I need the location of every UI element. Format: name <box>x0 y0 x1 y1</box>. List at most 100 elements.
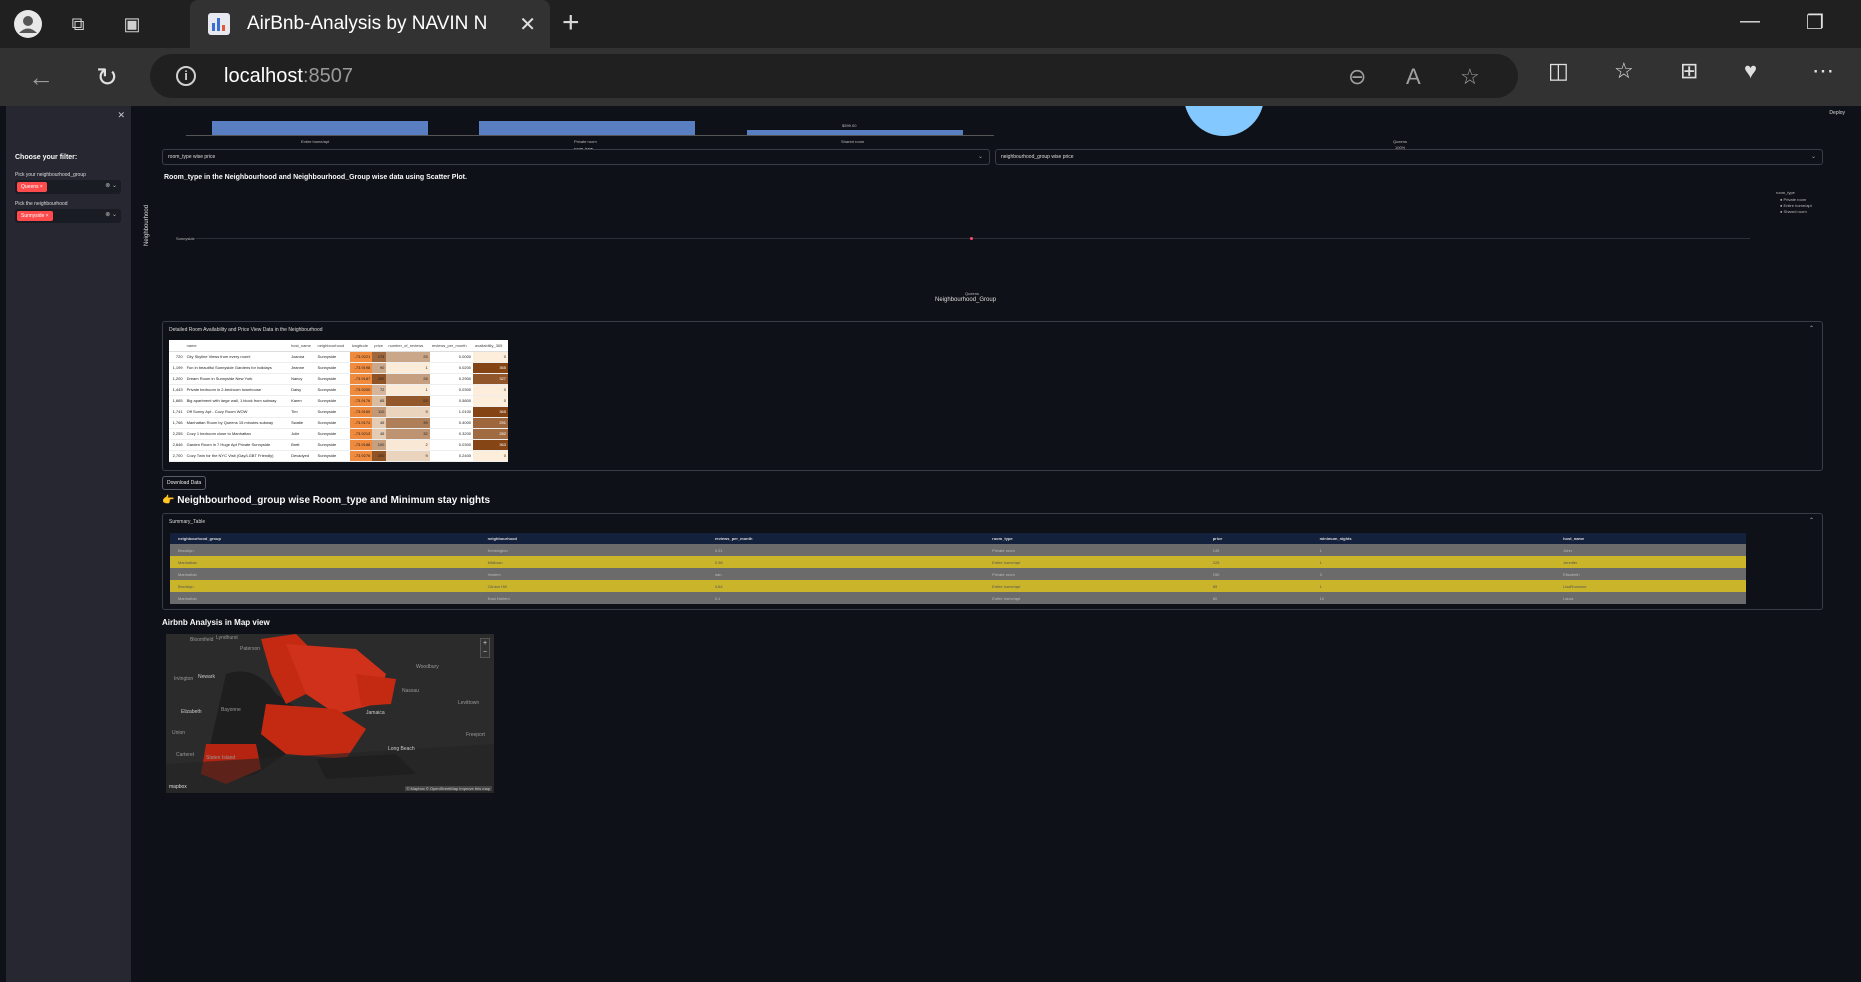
table-cell[interactable]: 45 <box>372 417 387 429</box>
map-view[interactable]: Bloomfield Lyndhurst Paterson Irvington … <box>166 634 494 793</box>
tab-active[interactable]: AirBnb-Analysis by NAVIN N ✕ <box>190 0 550 48</box>
table-cell[interactable]: 9 <box>386 406 430 418</box>
table-cell[interactable]: 45 <box>372 428 387 440</box>
select-controls-icon[interactable]: ⊗ ⌄ <box>105 211 117 218</box>
table-row[interactable]: 1,200 Dream Room in Sunnyside New York Nan… <box>169 373 508 385</box>
table-cell[interactable]: 0.4000 <box>429 417 474 429</box>
table-row[interactable]: 1,443 Private bedroom in 2-bedroom townho… <box>169 384 508 396</box>
table-cell[interactable]: Big apartment with large wall, 1 block f… <box>184 395 290 407</box>
table-cell[interactable]: 53 <box>386 395 430 407</box>
table-cell[interactable]: 0 <box>473 351 508 363</box>
favorites-icon[interactable]: ☆ <box>1614 58 1634 84</box>
table-cell[interactable]: 9 <box>386 450 430 462</box>
table-cell[interactable]: Sunnyside <box>315 450 350 462</box>
column-header[interactable] <box>169 340 185 352</box>
table-cell[interactable]: -73.9221 <box>349 351 373 363</box>
read-aloud-icon[interactable]: A <box>1406 64 1421 90</box>
table-cell[interactable]: Cozy 1 bedroom close to Manhattan <box>184 428 290 440</box>
chevron-up-icon[interactable]: ⌃ <box>1809 517 1814 524</box>
table-cell[interactable]: 0.0300 <box>429 384 474 396</box>
table-cell[interactable]: -73.9188 <box>349 439 373 451</box>
table-row[interactable]: 1,199 Fun in beautiful Sunnyside Gardens … <box>169 362 508 374</box>
table-cell[interactable]: -73.9213 <box>349 428 373 440</box>
table-cell[interactable]: -73.9276 <box>349 450 373 462</box>
table-cell[interactable]: 72 <box>372 384 387 396</box>
workspaces-icon[interactable]: ⧉ <box>62 8 94 40</box>
table-cell[interactable]: 0.0200 <box>429 362 474 374</box>
table-cell[interactable]: 2,255 <box>169 428 185 440</box>
map-attribution[interactable]: © Mapbox © OpenStreetMap Improve this ma… <box>404 786 492 791</box>
table-cell[interactable]: 200 <box>372 450 387 462</box>
table-row[interactable]: 1,741 Off Sunny Apt - Cozy Room WOW Tim Sun… <box>169 406 508 418</box>
table-cell[interactable]: -73.9200 <box>349 384 373 396</box>
column-header[interactable]: longitude <box>349 340 373 352</box>
table-cell[interactable]: 0 <box>473 395 508 407</box>
table-cell[interactable]: 1 <box>386 384 430 396</box>
close-icon[interactable]: ✕ <box>519 12 536 37</box>
table-cell[interactable]: City Skyline Views from every room! <box>184 351 290 363</box>
table-cell[interactable]: 1,665 <box>169 395 185 407</box>
table-cell[interactable]: Devadyed <box>289 450 316 462</box>
table-cell[interactable]: 282 <box>473 428 508 440</box>
mapbox-logo[interactable]: mapbox <box>169 784 187 790</box>
chevron-up-icon[interactable]: ⌃ <box>1809 325 1814 332</box>
table-cell[interactable]: Dream Room in Sunnyside New York <box>184 373 290 385</box>
table-cell[interactable]: Sunnyside <box>315 439 350 451</box>
table-cell[interactable]: Nancy <box>289 373 316 385</box>
table-cell[interactable]: 175 <box>372 351 387 363</box>
column-header[interactable]: availability_365 <box>473 340 508 352</box>
table-cell[interactable]: 0 <box>473 384 508 396</box>
table-cell[interactable]: -73.9187 <box>349 373 373 385</box>
download-data-button[interactable]: Download Data <box>162 476 207 490</box>
neighbourhood-group-select[interactable]: Queens × ⊗ ⌄ <box>15 180 121 194</box>
column-header[interactable]: reviews_per_month <box>429 340 474 352</box>
table-cell[interactable]: Tim <box>289 406 316 418</box>
table-cell[interactable]: Sunnyside <box>315 373 350 385</box>
legend-item[interactable]: ● Private room <box>1780 197 1806 202</box>
table-cell[interactable]: Sunnyside <box>315 428 350 440</box>
table-cell[interactable]: 327 <box>473 373 508 385</box>
table-cell[interactable]: 1,741 <box>169 406 185 418</box>
table-cell[interactable]: Sunnyside <box>315 395 350 407</box>
detail-expander[interactable]: Detailed Room Availability and Price Vie… <box>162 321 1823 471</box>
profile-icon[interactable] <box>12 8 44 40</box>
table-cell[interactable]: 0.5800 <box>429 395 474 407</box>
table-cell[interactable]: Manhattan Room by Queens 15 minutes subw… <box>184 417 290 429</box>
address-bar[interactable]: i localhost:8507 ⊖ A ☆ <box>150 54 1518 98</box>
table-cell[interactable]: Julie <box>289 428 316 440</box>
chip-queens[interactable]: Queens × <box>17 182 47 192</box>
table-cell[interactable]: 25 <box>386 351 430 363</box>
zoom-out-icon[interactable]: ⊖ <box>1348 64 1366 90</box>
back-icon[interactable]: ← <box>24 60 58 94</box>
deploy-button[interactable]: Deploy <box>1829 110 1845 116</box>
table-cell[interactable]: 0.2400 <box>429 450 474 462</box>
table-cell[interactable]: -73.9198 <box>349 362 373 374</box>
table-cell[interactable]: 0.0000 <box>429 351 474 363</box>
table-cell[interactable]: 1.0100 <box>429 406 474 418</box>
table-cell[interactable]: 100 <box>372 439 387 451</box>
table-cell[interactable]: 1,766 <box>169 417 185 429</box>
table-cell[interactable]: Jeanne <box>289 362 316 374</box>
column-header[interactable]: price <box>372 340 387 352</box>
table-cell[interactable]: Cozy Twin for the NYC Visit (Gay/LGBT Fr… <box>184 450 290 462</box>
table-cell[interactable]: Fun in beautiful Sunnyside Gardens for h… <box>184 362 290 374</box>
table-cell[interactable]: Garden Room in 7 Huge Apt Private Sunnys… <box>184 439 290 451</box>
more-icon[interactable]: ⋯ <box>1812 58 1834 84</box>
table-cell[interactable]: 28 <box>386 373 430 385</box>
table-cell[interactable]: Sunnyside <box>315 362 350 374</box>
map-zoom-control[interactable]: + − <box>480 638 490 658</box>
restore-icon[interactable]: ❐ <box>1806 10 1824 35</box>
table-cell[interactable]: Karen <box>289 395 316 407</box>
table-cell[interactable]: 2,700 <box>169 450 185 462</box>
table-cell[interactable]: 291 <box>473 417 508 429</box>
table-cell[interactable]: 39 <box>386 417 430 429</box>
table-cell[interactable]: 1,200 <box>169 373 185 385</box>
new-tab-icon[interactable]: + <box>562 6 580 40</box>
favorite-star-icon[interactable]: ☆ <box>1460 64 1480 90</box>
vertical-tabs-icon[interactable]: ▣ <box>116 8 148 40</box>
legend-item[interactable]: ● Shared room <box>1780 209 1807 214</box>
table-row[interactable]: 720 City Skyline Views from every room! Jo… <box>169 351 508 363</box>
detail-dataframe[interactable]: name host_name neighbourhood longitude price… <box>169 340 508 462</box>
table-cell[interactable]: 2 <box>386 439 430 451</box>
table-row[interactable]: 1,665 Big apartment with large wall, 1 bl… <box>169 395 508 407</box>
